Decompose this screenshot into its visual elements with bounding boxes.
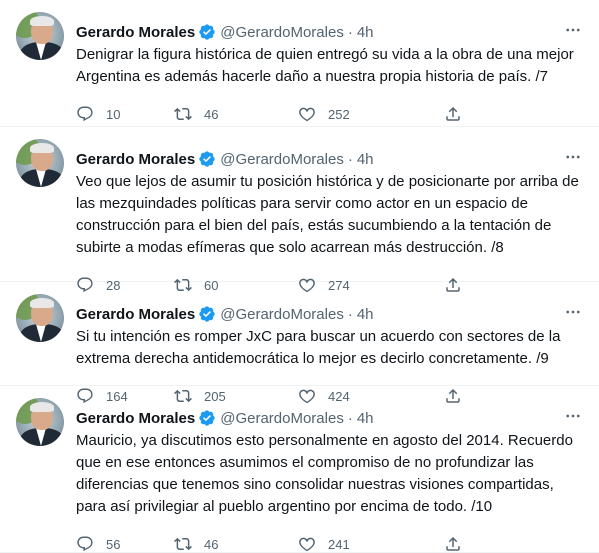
verified-badge-icon <box>198 23 216 41</box>
like-button[interactable]: 252 <box>298 105 444 123</box>
tweet-timestamp[interactable]: 4h <box>357 410 374 427</box>
tweet-header: Gerardo Morales @GerardoMorales · 4h <box>76 149 374 169</box>
verified-badge-icon <box>198 305 216 323</box>
retweet-icon <box>174 107 192 121</box>
tweet[interactable]: Gerardo Morales @GerardoMorales · 4h Den… <box>0 0 599 127</box>
tweet-text-line: diferencias que tenemos sino consolidar … <box>76 476 554 493</box>
more-options-icon[interactable] <box>563 20 583 40</box>
tweet-text-line: Argentina es además hacerle daño a nuest… <box>76 68 548 85</box>
retweet-icon <box>174 537 192 551</box>
tweet-text-line: Veo que lejos de asumir tu posición hist… <box>76 173 579 190</box>
verified-badge-icon <box>198 150 216 168</box>
more-options-icon[interactable] <box>563 406 583 426</box>
tweet-text-line: extrema derecha antidemocrática lo mejor… <box>76 350 549 367</box>
author-handle[interactable]: @GerardoMorales <box>220 151 344 168</box>
tweet-text-line: Denigrar la figura histórica de quien en… <box>76 46 574 63</box>
more-options-icon[interactable] <box>563 147 583 167</box>
tweet-text-line: las mezquindades políticas para servir c… <box>76 195 528 212</box>
share-icon <box>446 536 460 551</box>
tweet-text-line: Si tu intención es romper JxC para busca… <box>76 328 561 345</box>
more-options-icon[interactable] <box>563 302 583 322</box>
tweet-timestamp[interactable]: 4h <box>357 24 374 41</box>
share-icon <box>446 106 460 121</box>
tweet[interactable]: Gerardo Morales @GerardoMorales · 4h Si … <box>0 282 599 404</box>
retweet-button[interactable]: 46 <box>174 535 298 553</box>
tweet[interactable]: Gerardo Morales @GerardoMorales · 4h Veo… <box>0 127 599 293</box>
like-count: 252 <box>328 106 350 122</box>
tweet-actions: 56 46 241 <box>76 534 508 553</box>
like-icon <box>299 537 315 552</box>
separator-dot: · <box>347 305 353 323</box>
author-name[interactable]: Gerardo Morales <box>76 151 195 168</box>
tweet-feed: Gerardo Morales @GerardoMorales · 4h Den… <box>0 0 599 553</box>
tweet-text: Veo que lejos de asumir tu posición hist… <box>76 171 586 259</box>
like-button[interactable]: 241 <box>298 535 444 553</box>
author-handle[interactable]: @GerardoMorales <box>220 306 344 323</box>
tweet-text: Denigrar la figura histórica de quien en… <box>76 44 586 88</box>
tweet-header: Gerardo Morales @GerardoMorales · 4h <box>76 304 374 324</box>
reply-button[interactable]: 10 <box>76 105 174 123</box>
reply-count: 10 <box>106 106 121 122</box>
reply-count: 56 <box>106 536 121 552</box>
reply-icon <box>77 106 93 122</box>
reply-button[interactable]: 56 <box>76 535 174 553</box>
like-count: 241 <box>328 536 350 552</box>
author-handle[interactable]: @GerardoMorales <box>220 24 344 41</box>
tweet-header: Gerardo Morales @GerardoMorales · 4h <box>76 22 374 42</box>
retweet-button[interactable]: 46 <box>174 105 298 123</box>
author-name[interactable]: Gerardo Morales <box>76 24 195 41</box>
retweet-count: 46 <box>204 536 219 552</box>
like-icon <box>299 107 315 122</box>
author-handle[interactable]: @GerardoMorales <box>220 410 344 427</box>
avatar[interactable] <box>16 398 64 446</box>
retweet-count: 46 <box>204 106 219 122</box>
tweet-text: Si tu intención es romper JxC para busca… <box>76 326 586 370</box>
tweet-text-line: que en ese entonces asumimos el compromi… <box>76 454 534 471</box>
tweet-text-line: Mauricio, ya discutimos esto personalmen… <box>76 432 573 449</box>
tweet-timestamp[interactable]: 4h <box>357 151 374 168</box>
avatar[interactable] <box>16 12 64 60</box>
separator-dot: · <box>347 23 353 41</box>
separator-dot: · <box>347 150 353 168</box>
share-button[interactable] <box>444 105 474 123</box>
avatar[interactable] <box>16 139 64 187</box>
tweet-text: Mauricio, ya discutimos esto personalmen… <box>76 430 586 518</box>
share-button[interactable] <box>444 535 474 553</box>
tweet-text-line: para así privilegiar al pueblo argentino… <box>76 498 493 515</box>
separator-dot: · <box>347 409 353 427</box>
verified-badge-icon <box>198 409 216 427</box>
tweet-actions: 10 46 252 <box>76 104 508 124</box>
tweet-header: Gerardo Morales @GerardoMorales · 4h <box>76 408 374 428</box>
tweet-text-line: subirte a modas efímeras que solo acarre… <box>76 239 504 256</box>
tweet-text-line: construcción para el bien del país, está… <box>76 217 552 234</box>
author-name[interactable]: Gerardo Morales <box>76 306 195 323</box>
tweet-timestamp[interactable]: 4h <box>357 306 374 323</box>
avatar[interactable] <box>16 294 64 342</box>
author-name[interactable]: Gerardo Morales <box>76 410 195 427</box>
reply-icon <box>77 536 93 552</box>
tweet[interactable]: Gerardo Morales @GerardoMorales · 4h Mau… <box>0 386 599 553</box>
